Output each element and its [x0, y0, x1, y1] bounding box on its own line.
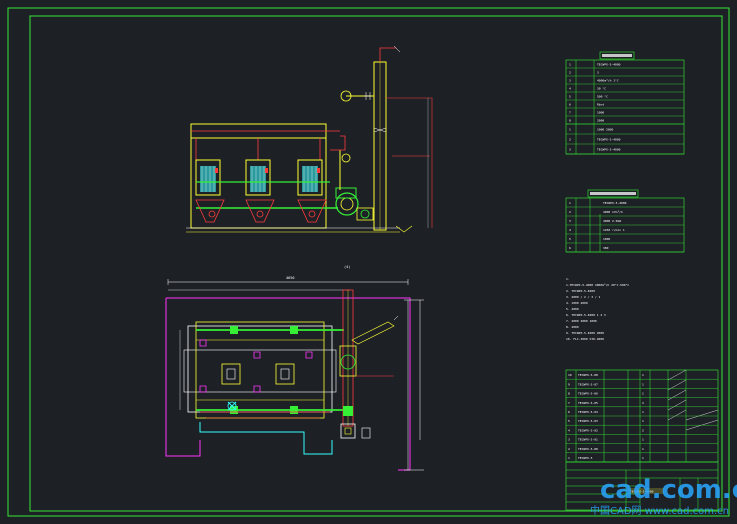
note-line: 8. 4000 — [566, 325, 579, 329]
bom-row-code: TECWPX-5-07 — [578, 382, 598, 386]
table-row-value: 380 — [603, 246, 609, 250]
bom-row-code: TECWPX-5-06 — [578, 392, 598, 396]
table-row-value: TECWPX-5-4000 — [597, 148, 621, 152]
bom-row-number: 8 — [568, 392, 570, 396]
table-row-value: 30 °C — [597, 87, 606, 91]
table-row-number: 3 — [569, 219, 571, 223]
table-row-number: 2 — [569, 71, 571, 75]
table-row-value: 2000 — [597, 119, 604, 123]
small-dimension-label: (4) — [344, 265, 350, 269]
table-row-value: 1450 r/min 1 — [603, 228, 625, 232]
bom-row-qty: 3 — [642, 401, 644, 405]
bom-row-number: 5 — [568, 419, 570, 423]
table-row-number: 3 — [569, 148, 571, 152]
watermark-sub: 中国CAD网 www.cad.com.cn — [590, 504, 729, 517]
table-row-value: 4000 2.0kW — [603, 219, 621, 223]
table-row-number: 4 — [569, 228, 571, 232]
bom-row-qty: 1 — [642, 373, 644, 377]
table-row-value: 1000 — [597, 111, 604, 115]
table-row-number: 6 — [569, 246, 571, 250]
bom-row-code: TECWPX-5-08 — [578, 373, 598, 377]
bom-row-qty: 2 — [642, 428, 644, 432]
table-row-number: 4 — [569, 87, 571, 91]
filter-unit-3 — [297, 159, 323, 196]
table-row-value: 4000m³/h 1°C — [597, 79, 619, 83]
note-line: 1. — [566, 277, 570, 281]
note-line: 10. FLC-3000 STD-4000 — [566, 337, 604, 341]
top-dimension-label: 4650 — [286, 276, 294, 280]
note-line: 1.TECWPX-5-4000 4000m³/h 20°C-500°C — [566, 283, 629, 287]
note-line: 9. TECWPX-5-4000 2000 — [566, 331, 604, 335]
note-line: 6. TECWPX-5-4000 1 2 3 — [566, 313, 606, 317]
table-row-value: 1000 2000 — [597, 128, 613, 132]
bom-row-number: 10 — [568, 373, 572, 377]
table-row-number: 1 — [569, 201, 571, 205]
table-row-number: 5 — [569, 95, 571, 99]
bom-row-qty: 1 — [642, 419, 644, 423]
table-row-value: 3 — [597, 71, 599, 75]
note-line: 7. 4000 2000 1000 — [566, 319, 597, 323]
table-row-number: 2 — [569, 138, 571, 142]
bom-row-code: TECWPX-5-03 — [578, 419, 598, 423]
table-row-value: 500 °C — [597, 95, 608, 99]
note-line: 4. 1000 2000 — [566, 301, 588, 305]
bom-row-number: 6 — [568, 410, 570, 414]
table-row-value: TECWPX-5-4000 — [603, 201, 627, 205]
note-line: 2. TECWPX-5-4000 — [566, 289, 595, 293]
bom-row-number: 2 — [568, 447, 570, 451]
plan-view: 4650 (4) — [165, 265, 424, 471]
parameter-table-1: 1 TECWPX-5-4000 2 3 3 4000m³/h 1°C 4 30 °C 5 500 … — [565, 51, 685, 155]
bom-row-qty: 1 — [642, 447, 644, 451]
cad-drawing-canvas[interactable]: 4650 (4) 1 TECWPX-5-40002 33 4000m³/h 1°… — [0, 0, 737, 524]
table-row-number: 7 — [569, 111, 571, 115]
table-row-number: 5 — [569, 237, 571, 241]
filter-unit-1 — [195, 159, 221, 196]
bom-row-code: TECWPX-5 — [578, 456, 593, 460]
table-row-value: 4000 17m³/h — [603, 210, 623, 214]
table-row-value: 1000 — [603, 237, 610, 241]
table-row-value: Rbot — [597, 103, 604, 107]
table-row-value: TECWPX-5-4000 — [597, 63, 621, 67]
bom-row-number: 9 — [568, 382, 570, 386]
bom-row-number: 4 — [568, 428, 570, 432]
filter-unit-2 — [245, 159, 271, 196]
fan-assembly — [335, 187, 374, 221]
bom-row-number: 1 — [568, 456, 570, 460]
table-row-number: 3 — [569, 79, 571, 83]
table-row-number: 6 — [569, 103, 571, 107]
parameter-table-2: 1 TECWPX-5-4000 2 4000 17m³/h 3 4000 2.0kW 4 14… — [565, 189, 685, 253]
watermark-main: cad.com.cn — [600, 475, 737, 505]
watermark: cad.com.cn 中国CAD网 www.cad.com.cn — [590, 475, 737, 517]
inner-frame — [29, 15, 723, 512]
bom-row-qty: 1 — [642, 410, 644, 414]
bom-row-code: TECWPX-5-05 — [578, 401, 598, 405]
bom-row-code: TECWPX-5-00 — [578, 447, 598, 451]
bom-row-number: 7 — [568, 401, 570, 405]
bom-row-qty: 1 — [642, 456, 644, 460]
bom-row-qty: 1 — [642, 438, 644, 442]
bom-row-code: TECWPX-5-01 — [578, 438, 598, 442]
bom-row-number: 3 — [568, 438, 570, 442]
table-row-number: 1 — [569, 128, 571, 132]
table-row-number: 8 — [569, 119, 571, 123]
elevation-view — [186, 45, 433, 233]
table-row-value: TECWPX-5-4000 — [597, 138, 621, 142]
note-line: 5. 4000 — [566, 307, 579, 311]
bom-row-code: TECWPX-5-04 — [578, 410, 598, 414]
table-row-number: 2 — [569, 210, 571, 214]
bom-row-qty: 1 — [642, 392, 644, 396]
note-line: 3. 4000 / 2 / 3 / 1 — [566, 295, 601, 299]
table-row-number: 1 — [569, 63, 571, 67]
technical-notes: 1. 1.TECWPX-5-4000 4000m³/h 20°C-500°C 2. … — [566, 277, 629, 341]
bom-row-code: TECWPX-5-02 — [578, 428, 598, 432]
chimney-stack — [373, 45, 401, 231]
bom-row-qty: 1 — [642, 382, 644, 386]
